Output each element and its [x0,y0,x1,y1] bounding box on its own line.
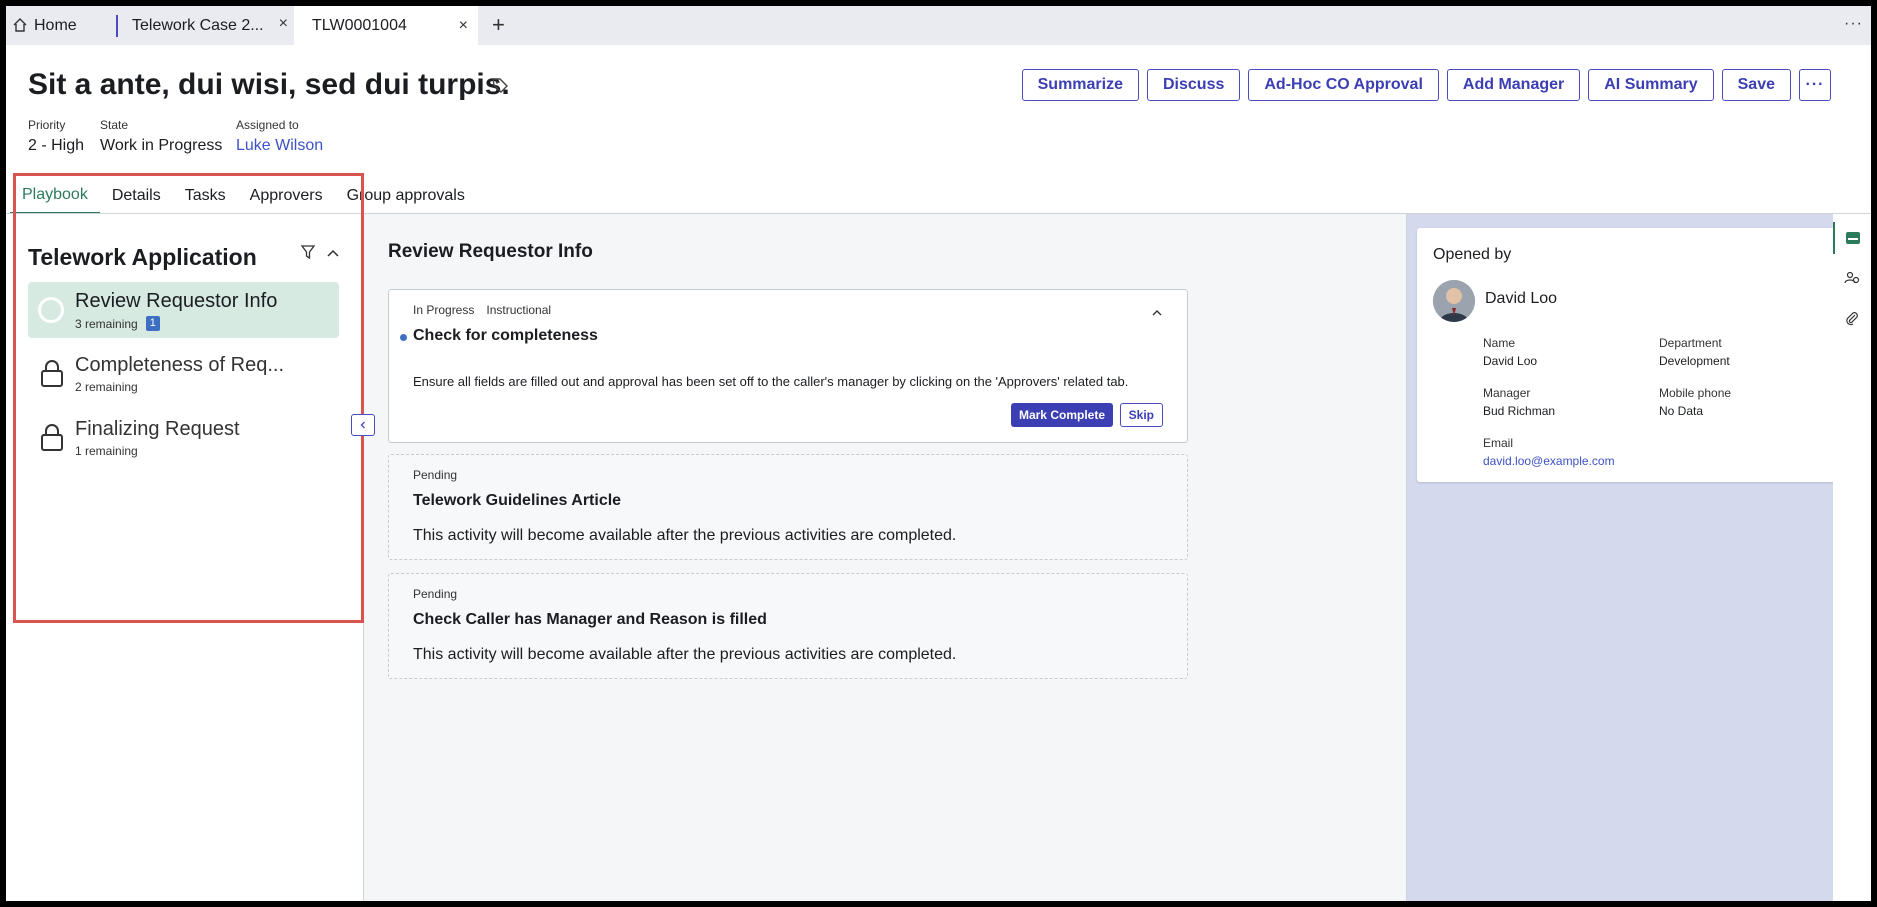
discuss-button[interactable]: Discuss [1147,69,1241,101]
mobile-phone-value: No Data [1659,404,1704,418]
activity-card-check-caller-manager: Pending Check Caller has Manager and Rea… [388,573,1188,679]
contextual-sidebar: Opened by David Loo Name David Loo Depar… [1406,214,1835,901]
close-icon[interactable]: × [459,17,468,35]
activity-description: This activity will become available afte… [413,646,957,663]
mobile-phone-field: Mobile phone No Data [1659,386,1731,418]
activity-panel-title: Review Requestor Info [388,241,593,262]
activity-panel: Review Requestor Info In Progress Instru… [364,214,1412,901]
tag-icon[interactable] [491,76,509,99]
email-field: Email david.loo@example.com [1483,436,1615,468]
department-field: Department Development [1659,336,1730,368]
activity-tags: Pending [413,587,457,601]
tab-case-label: Telework Case 2... [132,17,264,34]
mark-complete-button[interactable]: Mark Complete [1010,403,1113,427]
priority-field: Priority 2 - High [28,118,84,155]
ad-hoc-co-approval-button[interactable]: Ad-Hoc CO Approval [1248,69,1439,101]
avatar [1433,280,1475,322]
action-bar: Summarize Discuss Ad-Hoc CO Approval Add… [1021,69,1831,101]
department-label: Department [1659,336,1722,350]
people-icon[interactable] [1833,262,1871,294]
add-manager-button[interactable]: Add Manager [1446,69,1581,101]
skip-button[interactable]: Skip [1119,403,1163,427]
name-label: Name [1483,336,1516,350]
name-value: David Loo [1483,354,1538,368]
assigned-to-link[interactable]: Luke Wilson [236,137,323,155]
activity-status: Pending [413,587,458,601]
assigned-to-field: Assigned to Luke Wilson [236,118,323,155]
email-label: Email [1483,436,1514,450]
summarize-button[interactable]: Summarize [1021,69,1139,101]
tab-tlw0001004[interactable]: TLW0001004 × [294,6,478,45]
activity-title: Telework Guidelines Article [413,492,622,509]
right-rail [1833,214,1871,901]
home-icon [12,17,30,35]
activity-tags: In Progress Instructional [413,303,551,317]
chevron-up-icon[interactable] [1151,306,1163,324]
tab-home[interactable]: Home [12,6,112,45]
state-value: Work in Progress [100,137,223,154]
activity-status: Pending [413,468,458,482]
more-actions-button[interactable]: ··· [1799,69,1831,101]
department-value: Development [1659,354,1730,368]
status-dot-icon [400,334,407,341]
manager-field: Manager Bud Richman [1483,386,1555,418]
state-field: State Work in Progress [100,118,222,155]
tab-home-label: Home [34,16,77,34]
activity-description: Ensure all fields are filled out and app… [413,374,1129,389]
activity-title: Check for completeness [413,327,598,344]
manager-value: Bud Richman [1483,404,1556,418]
activity-status: In Progress [413,303,475,317]
activity-tags: Pending [413,468,457,482]
assigned-to-label: Assigned to [236,118,299,132]
highlight-box [13,173,364,623]
close-icon[interactable]: × [279,15,288,33]
opened-by-name[interactable]: David Loo [1485,290,1557,308]
tab-bar: Home Telework Case 2... × TLW0001004 × +… [6,6,1871,45]
add-tab-button[interactable]: + [492,12,505,38]
activity-card-telework-guidelines: Pending Telework Guidelines Article This… [388,454,1188,560]
priority-value: 2 - High [28,137,85,154]
activity-description: This activity will become available afte… [413,527,957,544]
priority-label: Priority [28,118,66,132]
mobile-phone-label: Mobile phone [1659,386,1732,400]
email-link[interactable]: david.loo@example.com [1483,454,1615,468]
opened-by-title: Opened by [1433,246,1512,263]
activity-title: Check Caller has Manager and Reason is f… [413,611,767,628]
tab-active-label: TLW0001004 [312,16,407,34]
state-label: State [100,118,129,132]
opened-by-card: Opened by David Loo Name David Loo Depar… [1417,228,1835,482]
manager-label: Manager [1483,386,1531,400]
tab-telework-case[interactable]: Telework Case 2... × [116,15,296,37]
ai-summary-button[interactable]: AI Summary [1588,69,1714,101]
save-button[interactable]: Save [1721,69,1791,101]
app-window: Home Telework Case 2... × TLW0001004 × +… [6,6,1871,901]
more-tabs-icon[interactable]: ··· [1844,15,1863,33]
activity-card-check-completeness: In Progress Instructional Check for comp… [388,289,1188,443]
record-title: Sit a ante, dui wisi, sed dui turpis. [28,68,510,101]
collapse-panel-button[interactable] [351,414,375,436]
record-info-icon[interactable] [1833,222,1871,254]
attachment-icon[interactable] [1833,302,1871,334]
activity-type: Instructional [486,303,552,317]
name-field: Name David Loo [1483,336,1537,368]
